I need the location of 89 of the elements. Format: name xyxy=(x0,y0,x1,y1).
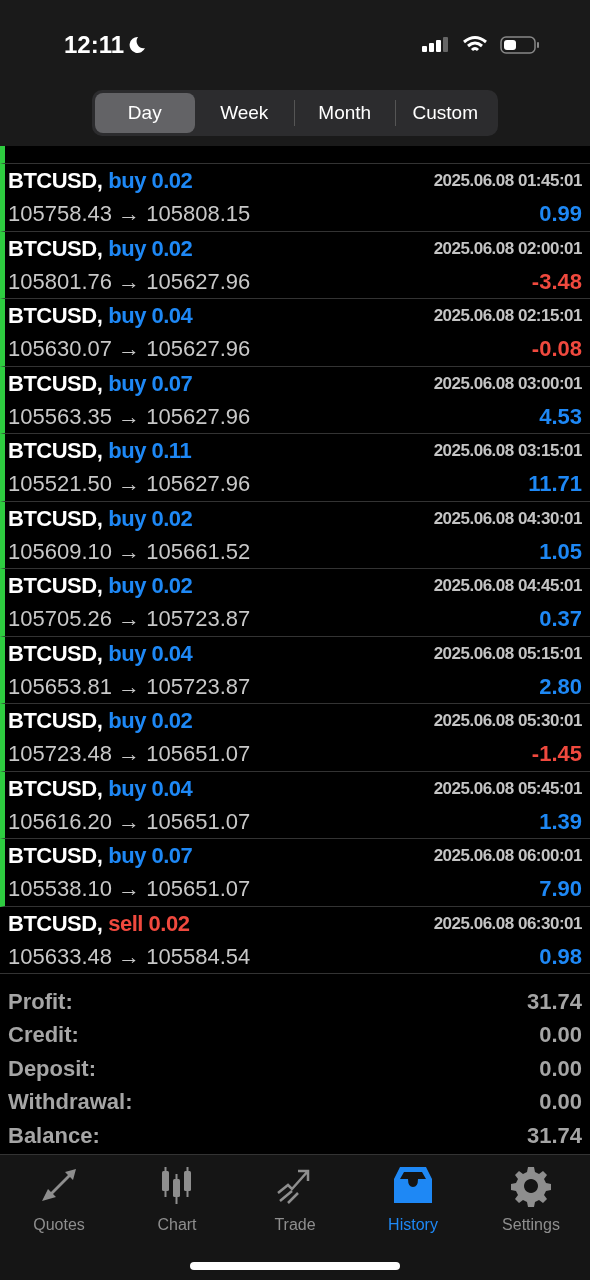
deal-symbol: BTCUSD, xyxy=(8,437,103,466)
deal-profit: 0.37 xyxy=(539,605,582,634)
deal-volume: buy 0.04 xyxy=(108,639,193,668)
deal-prices: 105630.07 → 105627.96 xyxy=(8,335,251,364)
deal-volume: sell 0.02 xyxy=(108,909,190,938)
deal-volume: buy 0.11 xyxy=(108,437,192,466)
battery-icon xyxy=(500,35,540,55)
settings-icon xyxy=(510,1165,552,1207)
deal-profit: -1.45 xyxy=(531,740,582,769)
deal-symbol: BTCUSD, xyxy=(8,302,103,331)
summary-value: 0.00 xyxy=(539,1021,582,1049)
deal-prices: 105521.50 → 105627.96 xyxy=(8,470,251,499)
deal-time: 2025.06.08 03:00:01 xyxy=(433,372,582,395)
deal-row[interactable]: BTCUSD, buy 0.02 2025.06.08 05:30:01 105723.48 → 105651.07 -1.45 xyxy=(0,704,590,772)
deal-symbol: BTCUSD, xyxy=(8,504,103,533)
deal-volume: buy 0.04 xyxy=(108,774,193,803)
deal-volume: buy 0.02 xyxy=(108,504,193,533)
tab-bar-item[interactable]: Chart xyxy=(127,1165,227,1237)
deal-profit: -0.08 xyxy=(531,335,582,364)
tab-bar-item[interactable]: Trade xyxy=(245,1165,345,1237)
deal-symbol: BTCUSD, xyxy=(8,639,103,668)
deal-prices: 105723.48 → 105651.07 xyxy=(8,740,251,769)
tab-bar-item[interactable]: Quotes xyxy=(9,1165,109,1237)
deal-volume: buy 0.07 xyxy=(108,842,193,871)
deal-volume: buy 0.04 xyxy=(108,302,193,331)
deal-symbol: BTCUSD, xyxy=(8,909,103,938)
summary-value: 0.00 xyxy=(539,1088,582,1116)
deal-time: 2025.06.08 04:45:01 xyxy=(433,575,582,597)
summary-label: Credit: xyxy=(8,1021,79,1049)
deal-time: 2025.06.08 05:15:01 xyxy=(433,642,582,665)
deal-prices: 105616.20 → 105651.07 xyxy=(8,807,251,836)
deal-volume: buy 0.02 xyxy=(108,234,193,263)
summary-value: 31.74 xyxy=(526,1121,582,1150)
deal-time: 2025.06.08 04:30:01 xyxy=(433,507,582,530)
deal-row[interactable]: BTCUSD, buy 0.04 2025.06.08 02:15:01 105630.07 → 105627.96 -0.08 xyxy=(0,299,590,367)
deal-time: 2025.06.08 05:30:01 xyxy=(433,710,582,732)
deal-row[interactable]: BTCUSD, sell 0.02 2025.06.08 06:30:01 105633.48 → 105584.54 0.98 xyxy=(0,906,590,974)
summary-label: Balance: xyxy=(8,1121,100,1150)
deal-symbol: BTCUSD, xyxy=(8,774,103,803)
deal-prices: 105801.76 → 105627.96 xyxy=(8,267,251,296)
deal-profit: -3.48 xyxy=(531,267,582,296)
deal-profit: 0.98 xyxy=(539,942,582,971)
deal-symbol: BTCUSD, xyxy=(8,842,103,871)
deal-time: 2025.06.08 05:45:01 xyxy=(433,777,582,800)
deal-row[interactable]: BTCUSD, buy 0.02 2025.06.08 02:00:01 105801.76 → 105627.96 -3.48 xyxy=(0,231,590,299)
moon-icon xyxy=(128,36,147,54)
deal-symbol: BTCUSD, xyxy=(8,234,103,263)
deal-time: 2025.06.08 02:00:01 xyxy=(433,237,582,260)
deal-time: 2025.06.08 03:15:01 xyxy=(433,440,582,462)
summary-label: Deposit: xyxy=(8,1054,96,1083)
deal-time: 2025.06.08 06:00:01 xyxy=(433,845,582,867)
deal-volume: buy 0.02 xyxy=(108,572,193,601)
deal-profit: 1.05 xyxy=(539,537,582,566)
deal-volume: buy 0.02 xyxy=(108,707,193,736)
summary-label: Profit: xyxy=(8,987,73,1016)
status-time: 12:11 xyxy=(64,30,125,60)
summary-value: 0.00 xyxy=(539,1054,582,1083)
signal-icon xyxy=(422,36,450,54)
deal-prices: 105758.43 → 105808.15 xyxy=(8,200,251,229)
deal-symbol: BTCUSD, xyxy=(8,369,103,398)
deal-prices: 105653.81 → 105723.87 xyxy=(8,672,251,701)
deal-volume: buy 0.02 xyxy=(108,167,193,196)
tab-bar-item[interactable]: History xyxy=(363,1165,463,1237)
deal-profit: 1.39 xyxy=(539,807,582,836)
period-tab[interactable]: Week xyxy=(194,93,294,133)
deal-time: 2025.06.08 06:30:01 xyxy=(433,912,582,935)
deal-time: 2025.06.08 02:15:01 xyxy=(433,305,582,327)
period-tab[interactable]: Day xyxy=(95,93,195,133)
deal-volume: buy 0.07 xyxy=(108,369,193,398)
deal-profit: 11.71 xyxy=(528,470,582,499)
deal-row[interactable]: BTCUSD, buy 0.07 2025.06.08 06:00:01 105538.10 → 105651.07 7.90 xyxy=(0,839,590,907)
deal-profit: 4.53 xyxy=(539,402,582,431)
period-tab[interactable]: Month xyxy=(295,93,395,133)
deal-symbol: BTCUSD, xyxy=(8,707,103,736)
deal-prices: 105563.35 → 105627.96 xyxy=(8,402,251,431)
deal-symbol: BTCUSD, xyxy=(8,572,103,601)
deal-profit: 0.99 xyxy=(539,200,582,229)
tab-bar-item[interactable]: Settings xyxy=(481,1165,581,1237)
deal-time: 2025.06.08 01:45:01 xyxy=(433,170,582,192)
deal-prices: 105609.10 → 105661.52 xyxy=(8,537,251,566)
deal-prices: 105633.48 → 105584.54 xyxy=(8,942,251,971)
deal-symbol: BTCUSD, xyxy=(8,167,103,196)
deal-profit: 7.90 xyxy=(539,875,582,904)
summary-label: Withdrawal: xyxy=(8,1088,133,1116)
deal-profit: 2.80 xyxy=(539,672,582,701)
deal-prices: 105538.10 → 105651.07 xyxy=(8,875,251,904)
period-tab[interactable]: Custom xyxy=(395,93,495,133)
summary-value: 31.74 xyxy=(526,987,582,1016)
deal-prices: 105705.26 → 105723.87 xyxy=(8,605,251,634)
